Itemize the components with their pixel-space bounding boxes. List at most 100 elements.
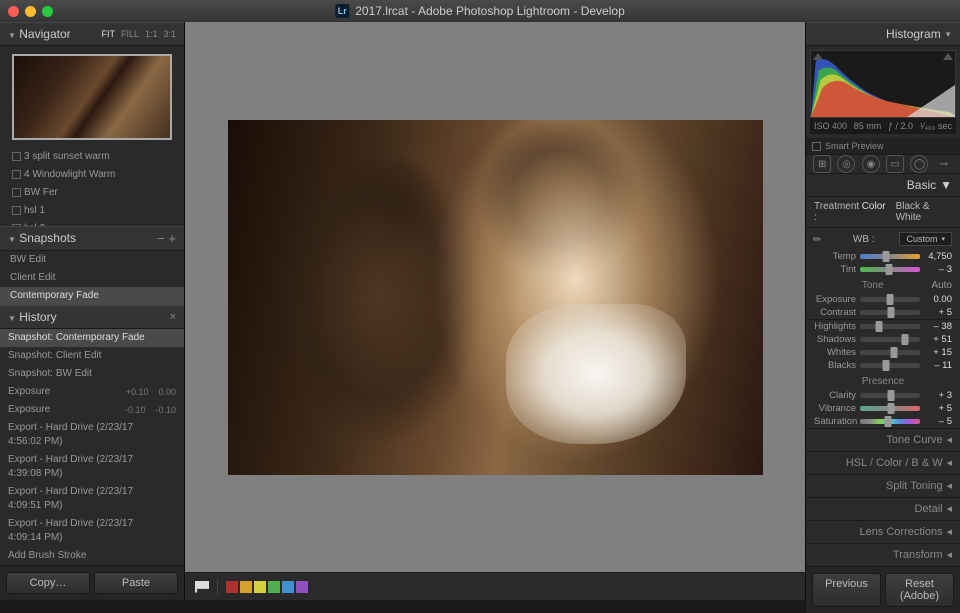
wb-dropdown[interactable]: Custom▾ — [899, 232, 952, 246]
preset-item[interactable]: BW Fer — [0, 184, 184, 202]
color-swatch[interactable] — [268, 581, 280, 593]
color-swatch[interactable] — [240, 581, 252, 593]
tint-label: Tint — [814, 264, 856, 275]
titlebar: Lr 2017.lrcat - Adobe Photoshop Lightroo… — [0, 0, 960, 22]
auto-tone-button[interactable]: Auto — [931, 280, 952, 291]
history-item[interactable]: Export - Hard Drive (2/23/17 4:39:08 PM) — [0, 451, 184, 483]
preview-area[interactable] — [185, 22, 805, 572]
brush-tool-icon[interactable]: ⊸ — [935, 155, 953, 173]
collapsed-panel-transform[interactable]: Transform ◀ — [806, 543, 960, 566]
exposure-slider[interactable] — [860, 297, 920, 302]
snapshot-remove-button[interactable]: − — [157, 231, 165, 246]
shadows-slider[interactable] — [860, 337, 920, 342]
snapshot-item[interactable]: Contemporary Fade — [0, 287, 184, 305]
vibrance-value: + 5 — [924, 403, 952, 414]
history-item[interactable]: Export - Hard Drive (2/23/17 4:09:14 PM) — [0, 515, 184, 547]
vibrance-label: Vibrance — [814, 403, 856, 414]
histogram-header[interactable]: Histogram ▼ — [806, 22, 960, 46]
copy-button[interactable]: Copy… — [6, 572, 90, 594]
preset-item[interactable]: hsl 2 — [0, 220, 184, 226]
history-item[interactable]: Exposure-0.10-0.10 — [0, 401, 184, 419]
navigator-header[interactable]: ▼ Navigator FIT FILL 1:1 3:1 — [0, 22, 184, 46]
history-clear-button[interactable]: × — [170, 311, 176, 323]
tint-slider[interactable] — [860, 267, 920, 272]
previous-button[interactable]: Previous — [812, 573, 881, 607]
history-item[interactable]: Exposure+0.100.00 — [0, 383, 184, 401]
treatment-color[interactable]: Color — [862, 201, 886, 223]
presence-label: Presence — [862, 376, 904, 387]
eyedropper-icon[interactable]: ✎ — [811, 229, 831, 249]
snapshots-header[interactable]: ▼ Snapshots − + — [0, 226, 184, 251]
minimize-window-button[interactable] — [25, 6, 36, 17]
reset-button[interactable]: Reset (Adobe) — [885, 573, 954, 607]
radial-tool-icon[interactable]: ◯ — [910, 155, 928, 173]
blacks-slider[interactable] — [860, 363, 920, 368]
history-item[interactable]: Add Brush Stroke — [0, 547, 184, 565]
snapshot-item[interactable]: Client Edit — [0, 269, 184, 287]
history-item[interactable]: Snapshot: Contemporary Fade — [0, 329, 184, 347]
preset-item[interactable]: hsl 1 — [0, 202, 184, 220]
zoom-1to1[interactable]: 1:1 — [145, 29, 158, 39]
spot-tool-icon[interactable]: ◎ — [837, 155, 855, 173]
history-title: History — [19, 310, 56, 324]
triangle-down-icon: ▼ — [8, 235, 16, 244]
saturation-slider[interactable] — [860, 419, 920, 424]
paste-button[interactable]: Paste — [94, 572, 178, 594]
temp-label: Temp — [814, 251, 856, 262]
tint-value: – 3 — [924, 264, 952, 275]
checkbox-icon[interactable] — [812, 142, 821, 151]
zoom-window-button[interactable] — [42, 6, 53, 17]
snapshot-add-button[interactable]: + — [168, 231, 176, 246]
histogram-exif: ISO 400 85 mm ƒ / 2.0 ¹⁄₄₀₀ sec — [810, 118, 956, 134]
history-item[interactable]: Snapshot: BW Edit — [0, 365, 184, 383]
history-item[interactable]: Snapshot: Client Edit — [0, 347, 184, 365]
shadow-clip-icon[interactable] — [813, 53, 823, 60]
smart-preview-label: Smart Preview — [825, 141, 884, 151]
main-photo[interactable] — [228, 120, 763, 475]
window-title: Lr 2017.lrcat - Adobe Photoshop Lightroo… — [335, 4, 625, 18]
redeye-tool-icon[interactable]: ◉ — [862, 155, 880, 173]
histogram-graph[interactable] — [810, 50, 956, 118]
window-controls — [0, 6, 53, 17]
vibrance-slider[interactable] — [860, 406, 920, 411]
temp-slider[interactable] — [860, 254, 920, 259]
highlights-value: – 38 — [924, 321, 952, 332]
collapsed-panel-hsl-color-b-w[interactable]: HSL / Color / B & W ◀ — [806, 451, 960, 474]
color-swatch[interactable] — [282, 581, 294, 593]
color-swatch[interactable] — [226, 581, 238, 593]
blacks-slider-row: Blacks – 11 — [806, 359, 960, 372]
snapshot-item[interactable]: BW Edit — [0, 251, 184, 269]
highlights-slider-row: Highlights – 38 — [806, 320, 960, 333]
saturation-value: – 5 — [924, 416, 952, 427]
preset-item[interactable]: 3 split sunset warm — [0, 148, 184, 166]
gradient-tool-icon[interactable]: ▭ — [886, 155, 904, 173]
whites-slider-row: Whites + 15 — [806, 346, 960, 359]
shadows-value: + 51 — [924, 334, 952, 345]
history-item[interactable]: Export - Hard Drive (2/23/17 4:56:02 PM) — [0, 419, 184, 451]
history-header[interactable]: ▼ History × — [0, 305, 184, 329]
close-window-button[interactable] — [8, 6, 19, 17]
color-swatch[interactable] — [296, 581, 308, 593]
basic-panel-header[interactable]: Basic ▼ — [806, 174, 960, 197]
history-item[interactable]: Export - Hard Drive (2/23/17 4:09:51 PM) — [0, 483, 184, 515]
zoom-3to1[interactable]: 3:1 — [163, 29, 176, 39]
clarity-slider[interactable] — [860, 393, 920, 398]
collapsed-panel-lens-corrections[interactable]: Lens Corrections ◀ — [806, 520, 960, 543]
highlights-slider[interactable] — [860, 324, 920, 329]
whites-slider[interactable] — [860, 350, 920, 355]
flag-icon[interactable] — [195, 581, 209, 593]
collapsed-panel-split-toning[interactable]: Split Toning ◀ — [806, 474, 960, 497]
contrast-slider[interactable] — [860, 310, 920, 315]
bottom-toolbar — [185, 572, 805, 600]
collapsed-panel-detail[interactable]: Detail ◀ — [806, 497, 960, 520]
color-swatch[interactable] — [254, 581, 266, 593]
shadows-slider-row: Shadows + 51 — [806, 333, 960, 346]
zoom-fit[interactable]: FIT — [101, 29, 115, 39]
treatment-bw[interactable]: Black & White — [896, 201, 952, 223]
navigator-thumbnail[interactable] — [12, 54, 172, 140]
collapsed-panel-tone-curve[interactable]: Tone Curve ◀ — [806, 428, 960, 451]
preset-item[interactable]: 4 Windowlight Warm — [0, 166, 184, 184]
highlight-clip-icon[interactable] — [943, 53, 953, 60]
zoom-fill[interactable]: FILL — [121, 29, 139, 39]
crop-tool-icon[interactable]: ⊞ — [813, 155, 831, 173]
